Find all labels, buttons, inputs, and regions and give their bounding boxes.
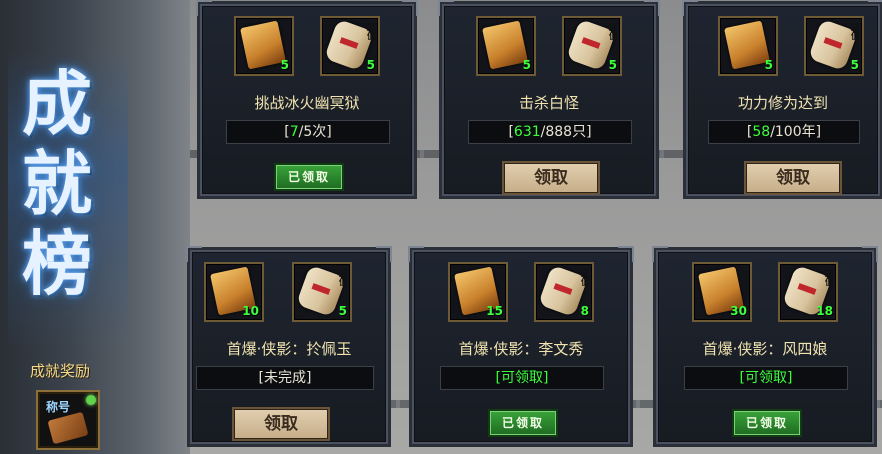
reward-item-scroll[interactable]: 5 [718, 16, 778, 76]
claimed-button[interactable]: 已领取 [488, 409, 558, 437]
progress-suffix: /888只] [540, 124, 592, 140]
achievement-progress: [可领取] [440, 366, 604, 390]
reward-item-roll[interactable]: 文值 5 [320, 16, 380, 76]
reward-item-roll[interactable]: 文值 5 [804, 16, 864, 76]
progress-suffix: /5次] [298, 124, 332, 140]
corner-ornament [682, 0, 698, 16]
reward-item-scroll[interactable]: 30 [692, 262, 752, 322]
corner-ornament [408, 246, 424, 262]
claim-button[interactable]: 领取 [232, 407, 330, 441]
achievement-progress: [7/5次] [226, 120, 390, 144]
reward-item-scroll[interactable]: 10 [204, 262, 264, 322]
item-quantity: 5 [608, 58, 617, 72]
claimed-button[interactable]: 已领取 [274, 163, 344, 191]
scroll-icon [482, 20, 528, 70]
scroll-icon [724, 20, 770, 70]
achievement-title: 首爆·侠影：李文秀 [458, 340, 584, 358]
claim-button[interactable]: 领取 [502, 161, 600, 195]
item-note: 文值 [365, 22, 375, 40]
achievement-card: 5 文值 5 击杀白怪 [631/888只] 领取 [438, 0, 660, 196]
achievement-title: 首爆·侠影：扵佩玉 [226, 340, 352, 358]
item-note: 文值 [337, 268, 347, 286]
achievement-title: 挑战冰火幽冥狱 [254, 94, 360, 112]
corner-ornament [862, 246, 878, 262]
achievement-card: 5 文值 5 挑战冰火幽冥狱 [7/5次] 已领取 [196, 0, 418, 196]
title-slot-tag: 称号 [46, 400, 71, 414]
progress-suffix: /100年] [770, 124, 822, 140]
item-quantity: 5 [280, 58, 289, 72]
item-quantity: 5 [764, 58, 773, 72]
claim-button[interactable]: 领取 [744, 161, 842, 195]
item-note: 文值 [849, 22, 859, 40]
title-char-3: 榜 [22, 222, 92, 305]
item-quantity: 5 [850, 58, 859, 72]
scroll-icon [240, 20, 286, 70]
corner-ornament [376, 246, 392, 262]
achievement-progress: [631/888只] [468, 120, 632, 144]
reward-item-roll[interactable]: 文值 5 [562, 16, 622, 76]
item-quantity: 30 [730, 304, 747, 318]
reward-item-roll[interactable]: 文值 8 [534, 262, 594, 322]
item-quantity: 8 [580, 304, 589, 318]
notification-dot-icon [86, 395, 96, 405]
progress-current: 7 [289, 124, 299, 140]
item-quantity: 5 [366, 58, 375, 72]
item-quantity: 5 [338, 304, 347, 318]
reward-item-scroll[interactable]: 5 [476, 16, 536, 76]
reward-item-scroll[interactable]: 15 [448, 262, 508, 322]
item-note: 文值 [607, 22, 617, 40]
achievement-title: 首爆·侠影：风四娘 [702, 340, 828, 358]
achievement-card: 15 文值 8 首爆·侠影：李文秀 [可领取] 已领取 [408, 246, 634, 444]
reward-item-scroll[interactable]: 5 [234, 16, 294, 76]
corner-ornament [868, 0, 882, 16]
item-quantity: 5 [522, 58, 531, 72]
reward-item-roll[interactable]: 文值 18 [778, 262, 838, 322]
claimed-button[interactable]: 已领取 [732, 409, 802, 437]
corner-ornament [644, 0, 660, 16]
achievement-card: 30 文值 18 首爆·侠影：风四娘 [可领取] 已领取 [652, 246, 878, 444]
title-reward-slot[interactable]: 称号 [36, 390, 100, 450]
corner-ornament [438, 0, 454, 16]
achievement-screen: 成 就 榜 成就奖励 称号 5 文值 5 挑战冰火幽冥狱 [7/5次] 已领取 5… [0, 0, 882, 454]
reward-item-roll[interactable]: 文值 5 [292, 262, 352, 322]
corner-ornament [186, 246, 202, 262]
item-quantity: 10 [242, 304, 259, 318]
achievement-progress: [可领取] [684, 366, 848, 390]
achievement-card: 5 文值 5 功力修为达到 [58/100年] 领取 [682, 0, 882, 196]
achievement-reward-label: 成就奖励 [30, 362, 91, 380]
progress-current: 631 [513, 124, 541, 140]
item-note: 文值 [579, 268, 589, 286]
item-note: 文值 [823, 268, 833, 286]
achievement-progress: [未完成] [196, 366, 374, 390]
item-quantity: 15 [486, 304, 503, 318]
corner-ornament [652, 246, 668, 262]
scroll-icon [47, 411, 89, 445]
achievement-card: 10 文值 5 首爆·侠影：扵佩玉 [未完成] 领取 [186, 246, 392, 444]
corner-ornament [618, 246, 634, 262]
achievement-sidebar: 成 就 榜 成就奖励 称号 [0, 0, 190, 454]
item-quantity: 18 [816, 304, 833, 318]
corner-ornament [402, 0, 418, 16]
achievement-title: 功力修为达到 [737, 94, 828, 112]
corner-ornament [196, 0, 212, 16]
progress-current: 58 [752, 124, 771, 140]
achievement-title: 击杀白怪 [518, 94, 579, 112]
achievement-progress: [58/100年] [708, 120, 860, 144]
